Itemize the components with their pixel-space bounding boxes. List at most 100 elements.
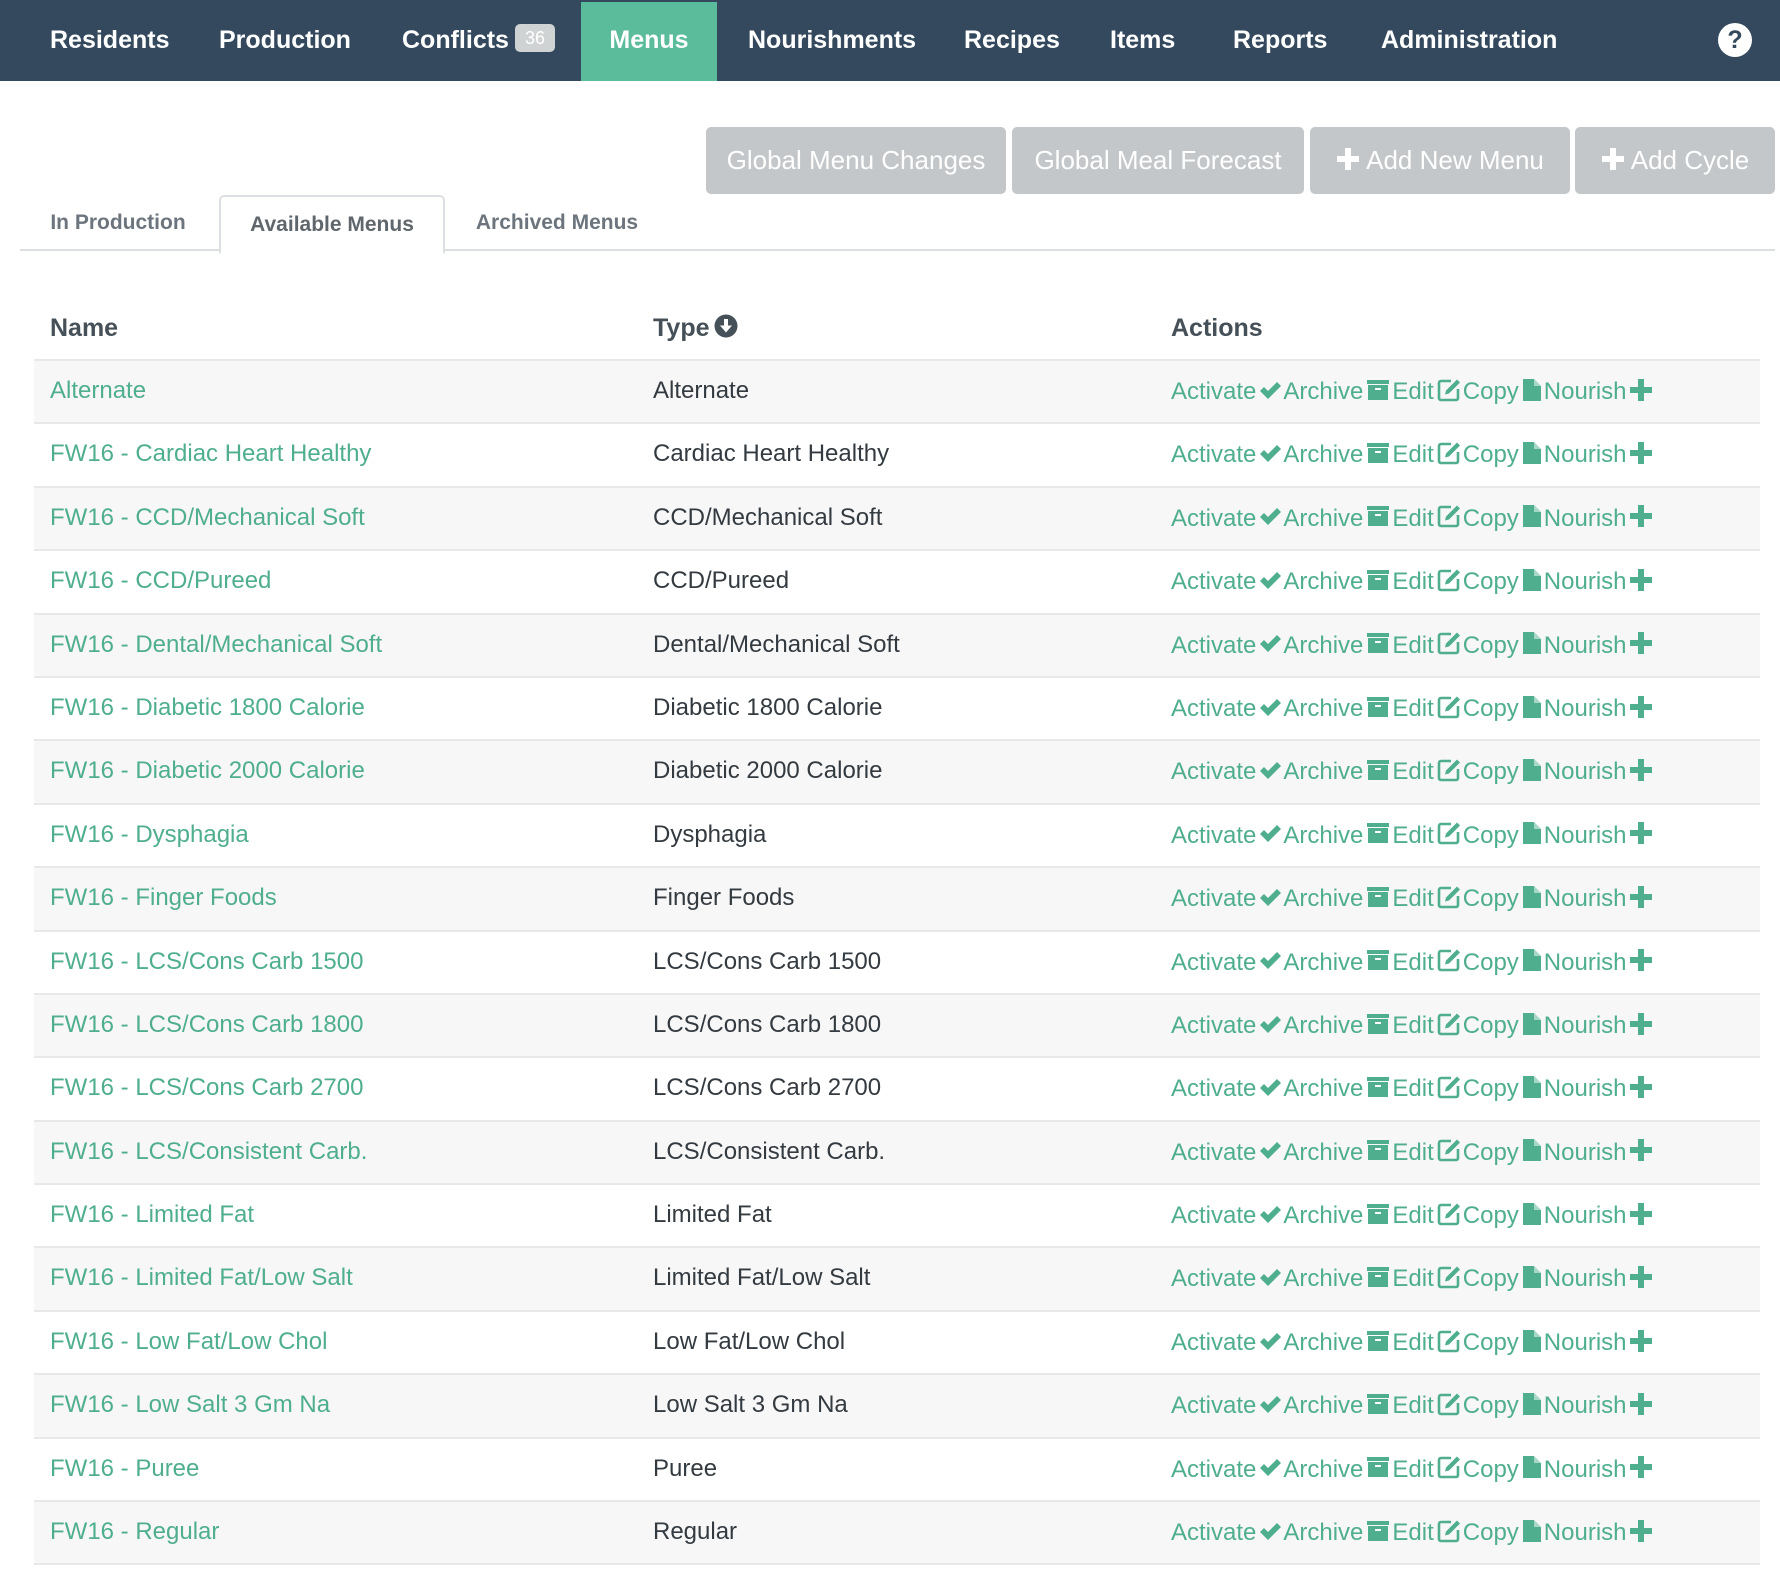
nourish-action[interactable]: Nourish <box>1544 758 1654 785</box>
edit-action[interactable]: Edit <box>1392 949 1462 976</box>
menu-name-link[interactable]: FW16 - LCS/Consistent Carb. <box>50 1122 367 1182</box>
edit-action[interactable]: Edit <box>1392 1139 1462 1166</box>
sort-down-circle-icon[interactable] <box>714 314 738 338</box>
nav-conflicts[interactable]: Conflicts 36 <box>402 0 555 81</box>
activate-action[interactable]: Activate <box>1171 1329 1283 1356</box>
menu-name-link[interactable]: FW16 - Dysphagia <box>50 805 249 865</box>
copy-action[interactable]: Copy <box>1463 1012 1544 1039</box>
tab-available-menus[interactable]: Available Menus <box>219 195 445 254</box>
copy-action[interactable]: Copy <box>1463 949 1544 976</box>
edit-action[interactable]: Edit <box>1392 1012 1462 1039</box>
add-cycle-button[interactable]: Add Cycle <box>1575 127 1775 194</box>
copy-action[interactable]: Copy <box>1463 695 1544 722</box>
menu-name-link[interactable]: FW16 - Limited Fat/Low Salt <box>50 1248 353 1308</box>
nourish-action[interactable]: Nourish <box>1544 632 1654 659</box>
nourish-action[interactable]: Nourish <box>1544 695 1654 722</box>
menu-name-link[interactable]: FW16 - LCS/Cons Carb 2700 <box>50 1058 363 1118</box>
activate-action[interactable]: Activate <box>1171 1392 1283 1419</box>
activate-action[interactable]: Activate <box>1171 378 1283 405</box>
activate-action[interactable]: Activate <box>1171 1139 1283 1166</box>
column-header-name[interactable]: Name <box>50 311 118 345</box>
nourish-action[interactable]: Nourish <box>1544 1075 1654 1102</box>
menu-name-link[interactable]: FW16 - Diabetic 2000 Calorie <box>50 741 365 801</box>
global-meal-forecast-button[interactable]: Global Meal Forecast <box>1012 127 1304 194</box>
copy-action[interactable]: Copy <box>1463 1392 1544 1419</box>
menu-name-link[interactable]: FW16 - Low Fat/Low Chol <box>50 1312 327 1372</box>
archive-action[interactable]: Archive <box>1283 695 1392 722</box>
menu-name-link[interactable]: FW16 - Low Salt 3 Gm Na <box>50 1375 330 1435</box>
nourish-action[interactable]: Nourish <box>1544 378 1654 405</box>
copy-action[interactable]: Copy <box>1463 505 1544 532</box>
copy-action[interactable]: Copy <box>1463 758 1544 785</box>
nav-menus[interactable]: Menus <box>581 2 717 81</box>
archive-action[interactable]: Archive <box>1283 1456 1392 1483</box>
nav-reports[interactable]: Reports <box>1233 0 1327 81</box>
nourish-action[interactable]: Nourish <box>1544 949 1654 976</box>
activate-action[interactable]: Activate <box>1171 1012 1283 1039</box>
nav-production[interactable]: Production <box>219 0 351 81</box>
activate-action[interactable]: Activate <box>1171 1265 1283 1292</box>
edit-action[interactable]: Edit <box>1392 1392 1462 1419</box>
tab-archived-menus[interactable]: Archived Menus <box>447 195 667 249</box>
edit-action[interactable]: Edit <box>1392 378 1462 405</box>
archive-action[interactable]: Archive <box>1283 1075 1392 1102</box>
activate-action[interactable]: Activate <box>1171 885 1283 912</box>
nav-administration[interactable]: Administration <box>1381 0 1557 81</box>
menu-name-link[interactable]: FW16 - Limited Fat <box>50 1185 254 1245</box>
menu-name-link[interactable]: FW16 - Diabetic 1800 Calorie <box>50 678 365 738</box>
activate-action[interactable]: Activate <box>1171 695 1283 722</box>
activate-action[interactable]: Activate <box>1171 632 1283 659</box>
archive-action[interactable]: Archive <box>1283 441 1392 468</box>
nourish-action[interactable]: Nourish <box>1544 505 1654 532</box>
menu-name-link[interactable]: FW16 - Regular <box>50 1502 219 1562</box>
nourish-action[interactable]: Nourish <box>1544 1012 1654 1039</box>
edit-action[interactable]: Edit <box>1392 1329 1462 1356</box>
nourish-action[interactable]: Nourish <box>1544 1519 1654 1546</box>
nourish-action[interactable]: Nourish <box>1544 1139 1654 1166</box>
archive-action[interactable]: Archive <box>1283 1139 1392 1166</box>
copy-action[interactable]: Copy <box>1463 1139 1544 1166</box>
nourish-action[interactable]: Nourish <box>1544 1202 1654 1229</box>
archive-action[interactable]: Archive <box>1283 1012 1392 1039</box>
nourish-action[interactable]: Nourish <box>1544 822 1654 849</box>
activate-action[interactable]: Activate <box>1171 949 1283 976</box>
nourish-action[interactable]: Nourish <box>1544 885 1654 912</box>
menu-name-link[interactable]: FW16 - Puree <box>50 1439 199 1499</box>
copy-action[interactable]: Copy <box>1463 568 1544 595</box>
activate-action[interactable]: Activate <box>1171 1202 1283 1229</box>
nav-nourishments[interactable]: Nourishments <box>748 0 916 81</box>
menu-name-link[interactable]: FW16 - LCS/Cons Carb 1500 <box>50 932 363 992</box>
column-header-type[interactable]: Type <box>653 311 738 345</box>
edit-action[interactable]: Edit <box>1392 632 1462 659</box>
copy-action[interactable]: Copy <box>1463 1202 1544 1229</box>
edit-action[interactable]: Edit <box>1392 568 1462 595</box>
copy-action[interactable]: Copy <box>1463 1456 1544 1483</box>
edit-action[interactable]: Edit <box>1392 1519 1462 1546</box>
archive-action[interactable]: Archive <box>1283 949 1392 976</box>
archive-action[interactable]: Archive <box>1283 1329 1392 1356</box>
edit-action[interactable]: Edit <box>1392 1202 1462 1229</box>
activate-action[interactable]: Activate <box>1171 1519 1283 1546</box>
add-new-menu-button[interactable]: Add New Menu <box>1310 127 1570 194</box>
edit-action[interactable]: Edit <box>1392 1075 1462 1102</box>
edit-action[interactable]: Edit <box>1392 441 1462 468</box>
activate-action[interactable]: Activate <box>1171 441 1283 468</box>
copy-action[interactable]: Copy <box>1463 1329 1544 1356</box>
archive-action[interactable]: Archive <box>1283 378 1392 405</box>
nourish-action[interactable]: Nourish <box>1544 1265 1654 1292</box>
archive-action[interactable]: Archive <box>1283 1202 1392 1229</box>
menu-name-link[interactable]: FW16 - Dental/Mechanical Soft <box>50 615 382 675</box>
tab-in-production[interactable]: In Production <box>20 195 216 249</box>
nav-recipes[interactable]: Recipes <box>964 0 1060 81</box>
activate-action[interactable]: Activate <box>1171 1456 1283 1483</box>
menu-name-link[interactable]: FW16 - Cardiac Heart Healthy <box>50 424 371 484</box>
nourish-action[interactable]: Nourish <box>1544 568 1654 595</box>
archive-action[interactable]: Archive <box>1283 758 1392 785</box>
global-menu-changes-button[interactable]: Global Menu Changes <box>706 127 1006 194</box>
nav-residents[interactable]: Residents <box>50 0 169 81</box>
archive-action[interactable]: Archive <box>1283 1392 1392 1419</box>
copy-action[interactable]: Copy <box>1463 441 1544 468</box>
nav-items[interactable]: Items <box>1110 0 1175 81</box>
activate-action[interactable]: Activate <box>1171 505 1283 532</box>
nourish-action[interactable]: Nourish <box>1544 1392 1654 1419</box>
